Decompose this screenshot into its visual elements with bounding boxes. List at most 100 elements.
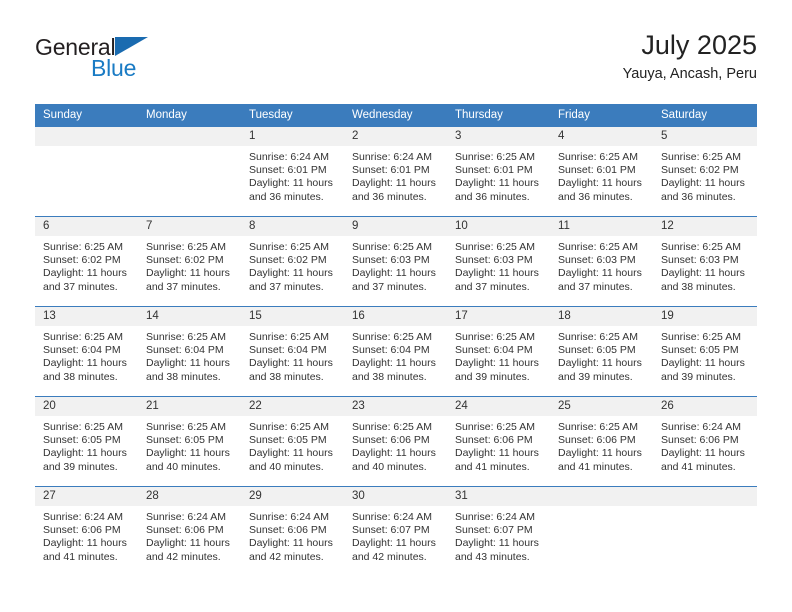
calendar-day-cell[interactable]: 24 Sunrise: 6:25 AM Sunset: 6:06 PM Dayligh… xyxy=(447,396,550,487)
day-number: 21 xyxy=(138,397,241,416)
calendar-week-row: 1 Sunrise: 6:24 AM Sunset: 6:01 PM Daylight… xyxy=(35,127,757,217)
calendar-day-cell[interactable]: 16 Sunrise: 6:25 AM Sunset: 6:04 PM Dayligh… xyxy=(344,306,447,397)
calendar-day-cell[interactable]: 26 Sunrise: 6:24 AM Sunset: 6:06 PM Dayligh… xyxy=(653,396,757,487)
day-details: Sunrise: 6:25 AM Sunset: 6:02 PM Daylight:… xyxy=(653,146,757,204)
sunrise-text: Sunrise: 6:25 AM xyxy=(558,331,638,343)
calendar-day-cell[interactable]: 10 Sunrise: 6:25 AM Sunset: 6:03 PM Dayligh… xyxy=(447,216,550,307)
calendar-day-cell[interactable]: 30 Sunrise: 6:24 AM Sunset: 6:07 PM Dayligh… xyxy=(344,486,447,576)
calendar-day-cell[interactable]: 31 Sunrise: 6:24 AM Sunset: 6:07 PM Dayligh… xyxy=(447,486,550,576)
day-number: 18 xyxy=(550,307,653,326)
day-details: Sunrise: 6:25 AM Sunset: 6:05 PM Daylight:… xyxy=(241,416,344,474)
daylight-text: Daylight: 11 hours and 42 minutes. xyxy=(146,537,230,563)
day-number: 30 xyxy=(344,487,447,506)
daylight-text: Daylight: 11 hours and 36 minutes. xyxy=(558,177,642,203)
sunset-text: Sunset: 6:05 PM xyxy=(558,344,636,357)
sunset-text: Sunset: 6:01 PM xyxy=(455,164,533,177)
calendar-day-cell[interactable]: 11 Sunrise: 6:25 AM Sunset: 6:03 PM Dayligh… xyxy=(550,216,653,307)
sunrise-text: Sunrise: 6:25 AM xyxy=(455,331,535,343)
sunrise-text: Sunrise: 6:24 AM xyxy=(352,511,432,523)
sunrise-text: Sunrise: 6:25 AM xyxy=(249,331,329,343)
calendar-day-cell[interactable]: 27 Sunrise: 6:24 AM Sunset: 6:06 PM Dayligh… xyxy=(35,486,138,576)
sunset-text: Sunset: 6:04 PM xyxy=(352,344,430,357)
calendar-day-cell-empty xyxy=(653,486,757,576)
calendar-day-cell[interactable]: 7 Sunrise: 6:25 AM Sunset: 6:02 PM Daylight… xyxy=(138,216,241,307)
page-subtitle: Yauya, Ancash, Peru xyxy=(622,66,757,83)
calendar-day-cell[interactable]: 14 Sunrise: 6:25 AM Sunset: 6:04 PM Dayligh… xyxy=(138,306,241,397)
sunrise-text: Sunrise: 6:25 AM xyxy=(249,421,329,433)
day-details: Sunrise: 6:25 AM Sunset: 6:03 PM Daylight:… xyxy=(653,236,757,294)
day-number: 9 xyxy=(344,217,447,236)
sunset-text: Sunset: 6:02 PM xyxy=(43,254,121,267)
sunrise-text: Sunrise: 6:25 AM xyxy=(661,331,741,343)
weekday-header-friday: Friday xyxy=(550,104,653,127)
day-details: Sunrise: 6:25 AM Sunset: 6:05 PM Daylight:… xyxy=(138,416,241,474)
calendar-day-cell[interactable]: 20 Sunrise: 6:25 AM Sunset: 6:05 PM Dayligh… xyxy=(35,396,138,487)
day-details: Sunrise: 6:24 AM Sunset: 6:06 PM Daylight:… xyxy=(653,416,757,474)
weekday-header-tuesday: Tuesday xyxy=(241,104,344,127)
calendar-day-cell[interactable]: 22 Sunrise: 6:25 AM Sunset: 6:05 PM Dayligh… xyxy=(241,396,344,487)
sunrise-text: Sunrise: 6:25 AM xyxy=(43,241,123,253)
calendar-day-cell[interactable]: 19 Sunrise: 6:25 AM Sunset: 6:05 PM Dayligh… xyxy=(653,306,757,397)
calendar-day-cell[interactable]: 2 Sunrise: 6:24 AM Sunset: 6:01 PM Daylight… xyxy=(344,127,447,217)
sunrise-text: Sunrise: 6:25 AM xyxy=(43,331,123,343)
sunrise-text: Sunrise: 6:25 AM xyxy=(558,241,638,253)
calendar-day-cell[interactable]: 29 Sunrise: 6:24 AM Sunset: 6:06 PM Dayligh… xyxy=(241,486,344,576)
logo-text-blue: Blue xyxy=(91,55,137,81)
calendar-day-cell[interactable]: 17 Sunrise: 6:25 AM Sunset: 6:04 PM Dayligh… xyxy=(447,306,550,397)
daylight-text: Daylight: 11 hours and 38 minutes. xyxy=(146,357,230,383)
daylight-text: Daylight: 11 hours and 40 minutes. xyxy=(352,447,436,473)
sunset-text: Sunset: 6:06 PM xyxy=(661,434,739,447)
calendar-day-cell[interactable]: 15 Sunrise: 6:25 AM Sunset: 6:04 PM Dayligh… xyxy=(241,306,344,397)
calendar-day-cell[interactable]: 28 Sunrise: 6:24 AM Sunset: 6:06 PM Dayligh… xyxy=(138,486,241,576)
day-number: 1 xyxy=(241,127,344,146)
calendar-day-cell[interactable]: 12 Sunrise: 6:25 AM Sunset: 6:03 PM Dayligh… xyxy=(653,216,757,307)
general-blue-logo: General Blue xyxy=(35,36,235,88)
sunset-text: Sunset: 6:06 PM xyxy=(455,434,533,447)
calendar-day-cell[interactable]: 4 Sunrise: 6:25 AM Sunset: 6:01 PM Daylight… xyxy=(550,127,653,217)
day-number: 5 xyxy=(653,127,757,146)
sunrise-text: Sunrise: 6:25 AM xyxy=(558,421,638,433)
calendar-day-cell[interactable]: 5 Sunrise: 6:25 AM Sunset: 6:02 PM Daylight… xyxy=(653,127,757,217)
daylight-text: Daylight: 11 hours and 36 minutes. xyxy=(352,177,436,203)
day-number: 16 xyxy=(344,307,447,326)
daylight-text: Daylight: 11 hours and 39 minutes. xyxy=(455,357,539,383)
calendar-day-cell-empty xyxy=(138,127,241,217)
sunset-text: Sunset: 6:07 PM xyxy=(352,524,430,537)
day-details: Sunrise: 6:24 AM Sunset: 6:01 PM Daylight:… xyxy=(241,146,344,204)
sunrise-text: Sunrise: 6:24 AM xyxy=(249,511,329,523)
daylight-text: Daylight: 11 hours and 36 minutes. xyxy=(661,177,745,203)
day-details: Sunrise: 6:25 AM Sunset: 6:02 PM Daylight:… xyxy=(241,236,344,294)
daylight-text: Daylight: 11 hours and 40 minutes. xyxy=(146,447,230,473)
daylight-text: Daylight: 11 hours and 42 minutes. xyxy=(352,537,436,563)
day-details: Sunrise: 6:24 AM Sunset: 6:06 PM Daylight:… xyxy=(138,506,241,564)
day-number: 8 xyxy=(241,217,344,236)
sunset-text: Sunset: 6:04 PM xyxy=(43,344,121,357)
calendar-day-cell[interactable]: 23 Sunrise: 6:25 AM Sunset: 6:06 PM Dayligh… xyxy=(344,396,447,487)
calendar-week-row: 13 Sunrise: 6:25 AM Sunset: 6:04 PM Dayligh… xyxy=(35,306,757,397)
daylight-text: Daylight: 11 hours and 41 minutes. xyxy=(661,447,745,473)
sunset-text: Sunset: 6:06 PM xyxy=(558,434,636,447)
calendar-day-cell[interactable]: 1 Sunrise: 6:24 AM Sunset: 6:01 PM Daylight… xyxy=(241,127,344,217)
calendar-day-cell[interactable]: 3 Sunrise: 6:25 AM Sunset: 6:01 PM Daylight… xyxy=(447,127,550,217)
calendar-day-cell[interactable]: 18 Sunrise: 6:25 AM Sunset: 6:05 PM Dayligh… xyxy=(550,306,653,397)
calendar-week-row: 20 Sunrise: 6:25 AM Sunset: 6:05 PM Dayligh… xyxy=(35,396,757,487)
day-number: 11 xyxy=(550,217,653,236)
calendar-day-cell[interactable]: 8 Sunrise: 6:25 AM Sunset: 6:02 PM Daylight… xyxy=(241,216,344,307)
calendar-day-cell[interactable]: 9 Sunrise: 6:25 AM Sunset: 6:03 PM Daylight… xyxy=(344,216,447,307)
calendar-page: General Blue July 2025 Yauya, Ancash, Pe… xyxy=(0,0,792,612)
sunrise-text: Sunrise: 6:25 AM xyxy=(249,241,329,253)
daylight-text: Daylight: 11 hours and 38 minutes. xyxy=(352,357,436,383)
sunrise-text: Sunrise: 6:24 AM xyxy=(43,511,123,523)
calendar-day-cell[interactable]: 25 Sunrise: 6:25 AM Sunset: 6:06 PM Dayligh… xyxy=(550,396,653,487)
day-number: 13 xyxy=(35,307,138,326)
calendar-day-cell[interactable]: 13 Sunrise: 6:25 AM Sunset: 6:04 PM Dayligh… xyxy=(35,306,138,397)
daylight-text: Daylight: 11 hours and 37 minutes. xyxy=(146,267,230,293)
calendar-day-cell[interactable]: 21 Sunrise: 6:25 AM Sunset: 6:05 PM Dayligh… xyxy=(138,396,241,487)
weekday-header-sunday: Sunday xyxy=(35,104,138,127)
daylight-text: Daylight: 11 hours and 43 minutes. xyxy=(455,537,539,563)
day-number: 7 xyxy=(138,217,241,236)
sunrise-text: Sunrise: 6:24 AM xyxy=(455,511,535,523)
calendar-day-cell[interactable]: 6 Sunrise: 6:25 AM Sunset: 6:02 PM Daylight… xyxy=(35,216,138,307)
sunrise-text: Sunrise: 6:25 AM xyxy=(661,151,741,163)
sunset-text: Sunset: 6:06 PM xyxy=(352,434,430,447)
